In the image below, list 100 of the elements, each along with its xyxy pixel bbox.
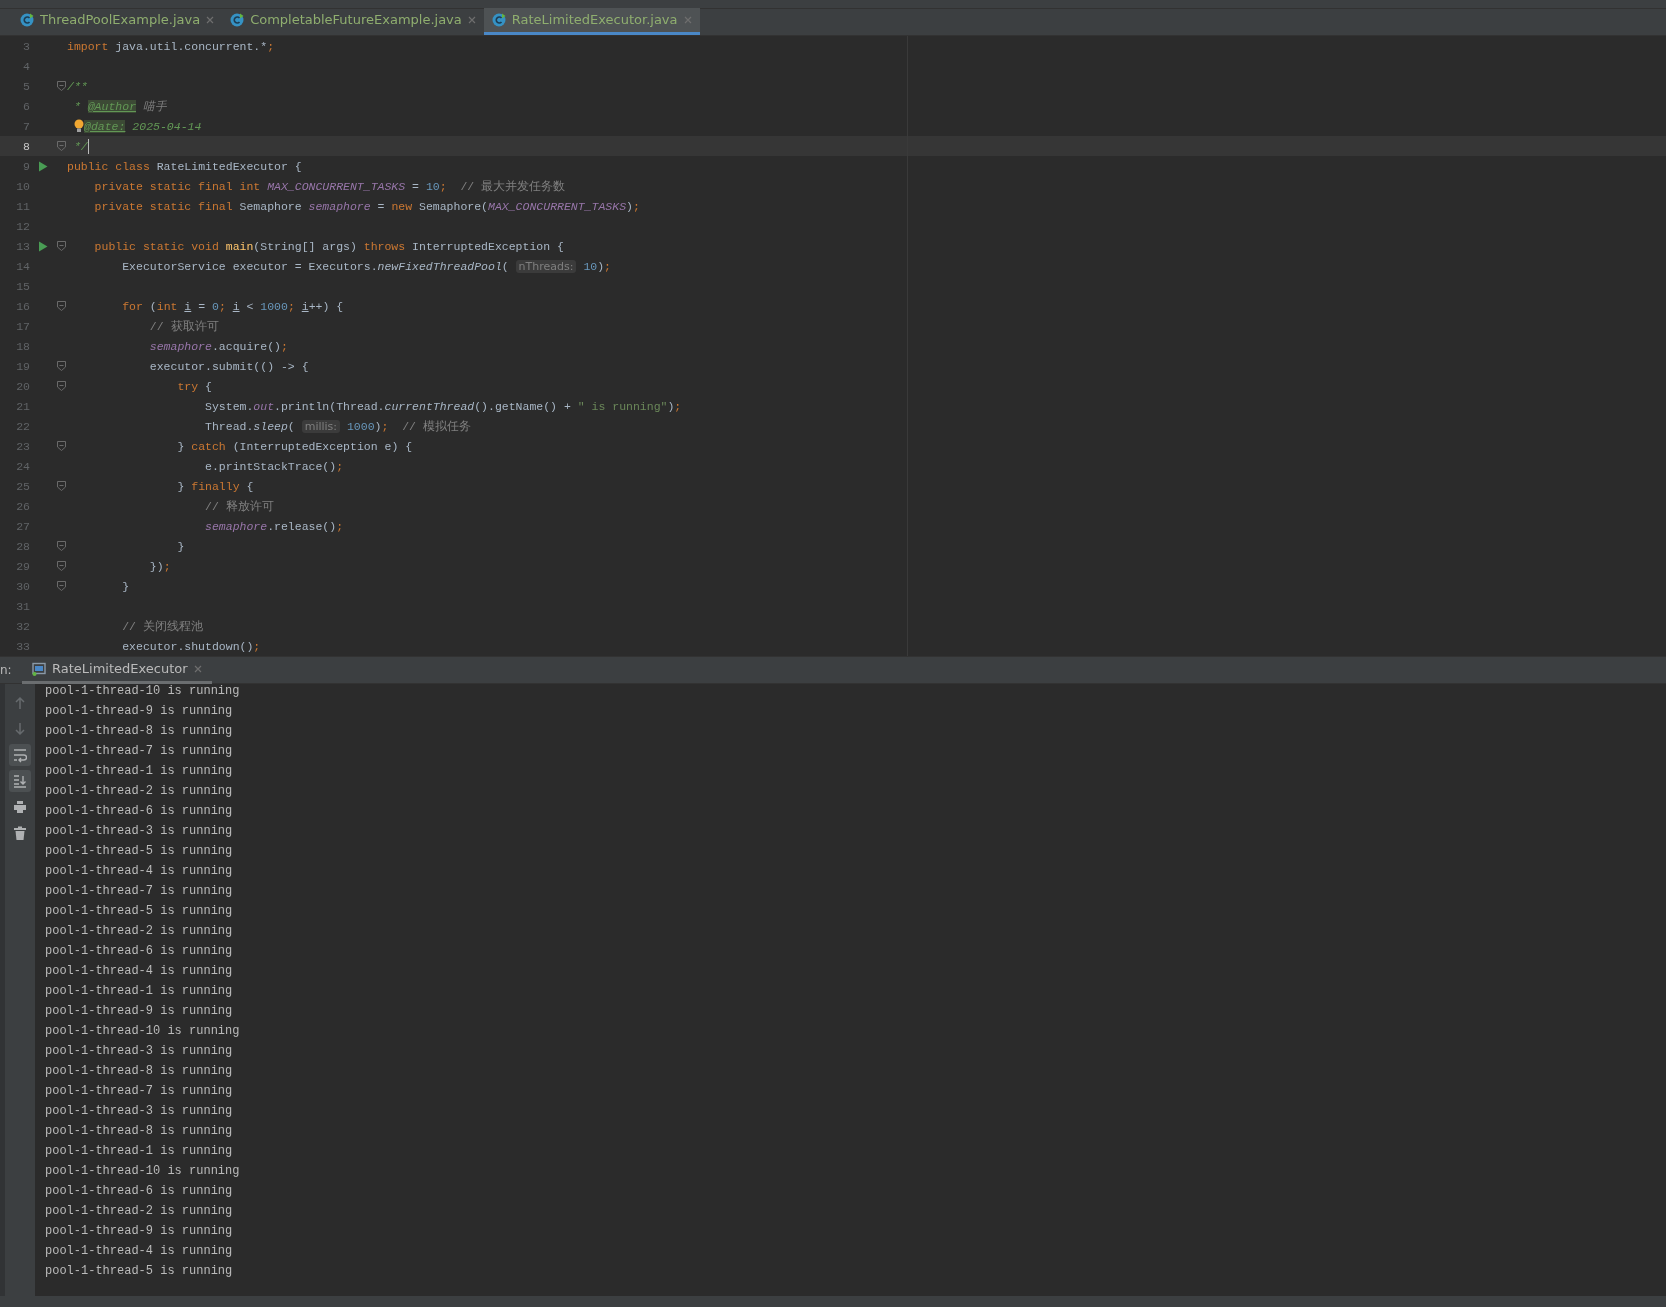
line-number: 18 <box>15 339 30 353</box>
fold-marker-icon[interactable] <box>57 381 67 391</box>
code-line: } catch (InterruptedException e) { <box>176 439 413 453</box>
line-number: 4 <box>22 59 30 73</box>
console-output-line: pool-1-thread-6 is running <box>45 944 234 960</box>
line-number: 25 <box>15 479 30 493</box>
code-line: import java.util.concurrent.*; <box>67 39 275 53</box>
fold-marker-icon[interactable] <box>57 441 67 451</box>
code-line: executor.submit(() -> { <box>148 359 309 373</box>
fold-marker-icon[interactable] <box>57 241 67 251</box>
line-number: 29 <box>15 559 30 573</box>
line-number: 28 <box>15 539 30 553</box>
line-number: 16 <box>15 299 30 313</box>
fold-marker-icon[interactable] <box>57 301 67 311</box>
close-icon[interactable] <box>206 16 215 24</box>
code-line: @date: 2025-04-14 <box>84 119 202 133</box>
console-output-line: pool-1-thread-4 is running <box>45 864 234 880</box>
console-output-line: pool-1-thread-5 is running <box>45 1264 234 1280</box>
console-output-line: pool-1-thread-9 is running <box>45 1004 234 1020</box>
console-output-line: pool-1-thread-6 is running <box>45 804 234 820</box>
fold-marker-icon[interactable] <box>57 141 67 151</box>
line-number: 27 <box>15 519 30 533</box>
console-output-line: pool-1-thread-7 is running <box>45 744 234 760</box>
console-output-line: pool-1-thread-9 is running <box>45 704 234 720</box>
line-number: 6 <box>22 99 30 113</box>
console-output-line: pool-1-thread-3 is running <box>45 824 234 840</box>
fold-marker-icon[interactable] <box>57 361 67 371</box>
file-tab[interactable]: RateLimitedExecutor.java <box>483 8 700 35</box>
fold-marker-icon[interactable] <box>57 541 67 551</box>
close-icon[interactable] <box>467 16 476 24</box>
class-file-icon <box>491 13 506 27</box>
close-icon[interactable] <box>683 16 692 24</box>
line-number: 31 <box>15 599 30 613</box>
console-output-line: pool-1-thread-10 is running <box>45 1024 241 1040</box>
fold-marker-icon[interactable] <box>57 481 67 491</box>
fold-marker-icon[interactable] <box>57 581 67 591</box>
text-cursor <box>87 138 89 154</box>
console-output-line: pool-1-thread-4 is running <box>45 964 234 980</box>
file-tab[interactable]: ThreadPoolExample.java <box>12 8 223 35</box>
console-output-line: pool-1-thread-2 is running <box>45 784 234 800</box>
console-output-line: pool-1-thread-7 is running <box>45 884 234 900</box>
run-tab[interactable]: RateLimitedExecutor <box>22 656 212 684</box>
lightbulb-icon[interactable] <box>74 119 84 133</box>
console-output-line: pool-1-thread-1 is running <box>45 984 234 1000</box>
console-output-line: pool-1-thread-2 is running <box>45 1204 234 1220</box>
console-output-line: pool-1-thread-7 is running <box>45 1084 234 1100</box>
file-tab[interactable]: CompletableFutureExample.java <box>222 8 484 35</box>
code-line: private static final int MAX_CONCURRENT_TASKS = 10; // 最大并发任务数 <box>93 178 566 194</box>
line-number: 26 <box>15 499 30 513</box>
class-file-icon <box>230 13 245 27</box>
line-number: 12 <box>15 219 30 233</box>
run-panel-label: n: <box>0 662 13 679</box>
line-number: 23 <box>15 439 30 453</box>
code-line: Thread.sleep( millis: 1000); // 模拟任务 <box>204 418 471 434</box>
line-number: 32 <box>15 619 30 633</box>
run-icon[interactable] <box>38 240 49 252</box>
line-number: 33 <box>15 639 30 653</box>
code-line: executor.shutdown(); <box>121 639 261 653</box>
console-output-line: pool-1-thread-5 is running <box>45 844 234 860</box>
line-number: 3 <box>22 39 30 53</box>
code-line: */ <box>72 139 88 153</box>
console-output-line: pool-1-thread-9 is running <box>45 1224 234 1240</box>
console-output-line: pool-1-thread-2 is running <box>45 924 234 940</box>
code-line: private static final Semaphore semaphore = new Semaphore(MAX_CONCURRENT_TASKS); <box>93 199 640 213</box>
console-output-line: pool-1-thread-8 is running <box>45 724 234 740</box>
line-number: 15 <box>15 279 30 293</box>
code-line: }); <box>148 559 171 573</box>
line-number: 22 <box>15 419 30 433</box>
close-icon[interactable] <box>193 664 202 673</box>
line-number: 17 <box>15 319 30 333</box>
console-icon <box>32 661 46 676</box>
console-output-line: pool-1-thread-5 is running <box>45 904 234 920</box>
fold-marker-icon[interactable] <box>57 561 67 571</box>
code-line: // 关闭线程池 <box>121 618 203 634</box>
line-number: 5 <box>22 79 30 93</box>
code-line: ExecutorService executor = Executors.newFixedThreadPool( nThreads: 10); <box>121 259 611 273</box>
console-output-line: pool-1-thread-4 is running <box>45 1244 234 1260</box>
code-line: } finally { <box>176 479 254 493</box>
code-line: System.out.println(Thread.currentThread().getName() + " is running"); <box>204 399 682 413</box>
console-output-line: pool-1-thread-1 is running <box>45 764 234 780</box>
line-number: 14 <box>15 259 30 273</box>
console-output-line: pool-1-thread-1 is running <box>45 1144 234 1160</box>
code-line: * @Author 喵手 <box>72 98 167 114</box>
line-number: 10 <box>15 179 30 193</box>
code-line: try { <box>176 379 212 393</box>
code-line: semaphore.acquire(); <box>148 339 288 353</box>
console-output-line: pool-1-thread-8 is running <box>45 1064 234 1080</box>
line-number: 19 <box>15 359 30 373</box>
line-number: 24 <box>15 459 30 473</box>
code-line: // 获取许可 <box>148 318 219 334</box>
run-icon[interactable] <box>38 160 49 172</box>
console-output-line: pool-1-thread-6 is running <box>45 1184 234 1200</box>
fold-marker-icon[interactable] <box>57 81 67 91</box>
console-output-line: pool-1-thread-8 is running <box>45 1124 234 1140</box>
code-line: e.printStackTrace(); <box>204 459 344 473</box>
line-number: 8 <box>22 139 30 153</box>
line-number: 13 <box>15 239 30 253</box>
code-line: public class RateLimitedExecutor { <box>67 159 302 173</box>
console-output-line: pool-1-thread-3 is running <box>45 1044 234 1060</box>
console-output-line: pool-1-thread-10 is running <box>45 684 241 700</box>
